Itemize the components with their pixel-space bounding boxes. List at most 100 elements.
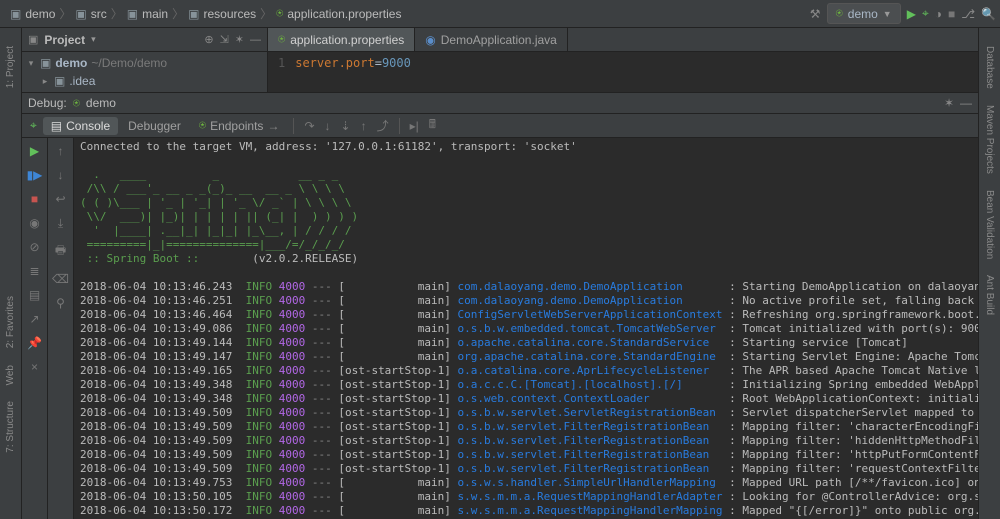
up-icon[interactable]: ↑ bbox=[58, 144, 64, 158]
debug-bar: Debug: ⍟ demo ✶ — bbox=[22, 92, 978, 114]
evaluate-icon[interactable]: 🖩 bbox=[425, 115, 440, 136]
settings-icon[interactable]: ↗ bbox=[29, 312, 39, 326]
drop-frame-icon[interactable]: ⤴ bbox=[373, 117, 393, 134]
tool-bean[interactable]: Bean Validation bbox=[984, 190, 995, 259]
chevron-right-icon[interactable]: ▸ bbox=[40, 76, 50, 87]
spring-icon: ⍟ bbox=[276, 6, 283, 21]
debug-config[interactable]: demo bbox=[86, 96, 116, 110]
tool-structure[interactable]: 7: Structure bbox=[5, 401, 16, 453]
editor-tab-label: DemoApplication.java bbox=[441, 33, 557, 47]
project-pane-title: Project bbox=[44, 33, 85, 47]
editor-content[interactable]: 1 server.port=9000 bbox=[268, 52, 978, 92]
spring-icon: ⍟ bbox=[73, 96, 80, 111]
editor-tab-java[interactable]: ◉ DemoApplication.java bbox=[415, 28, 568, 51]
tool-favorites[interactable]: 2: Favorites bbox=[5, 296, 16, 348]
project-pane: ▣ Project ▾ ⊕ ⇲ ✶ — ▾ ▣ demo ~/Demo/demo bbox=[22, 28, 268, 92]
tool-web[interactable]: Web bbox=[5, 365, 16, 385]
java-icon: ◉ bbox=[425, 33, 435, 47]
chevron-down-icon: ▼ bbox=[883, 9, 892, 19]
hide-icon[interactable]: — bbox=[250, 34, 261, 46]
tree-child[interactable]: .idea bbox=[69, 74, 95, 88]
filter-icon[interactable]: ⚲ bbox=[56, 296, 65, 310]
chevron-down-icon[interactable]: ▾ bbox=[91, 34, 96, 45]
frames-icon[interactable]: ≣ bbox=[29, 264, 39, 278]
debug-side-toolbar: ▶ ▮▶ ■ ◉ ⊘ ≣ ▤ ↗ 📌 × bbox=[22, 138, 48, 519]
tool-database[interactable]: Database bbox=[984, 46, 995, 89]
editor-key: server.port bbox=[295, 56, 374, 70]
console-output[interactable]: Connected to the target VM, address: '12… bbox=[74, 138, 978, 519]
tree-root-name[interactable]: demo bbox=[55, 56, 87, 70]
layout-icon[interactable]: ▤ bbox=[29, 288, 40, 302]
down-icon[interactable]: ↓ bbox=[58, 168, 64, 182]
folder-icon: ▣ bbox=[10, 7, 21, 21]
debug-icon[interactable]: ⌖ bbox=[922, 6, 929, 21]
module-icon: ▣ bbox=[40, 56, 51, 70]
print-icon[interactable]: 🖶 bbox=[55, 241, 66, 262]
tab-console[interactable]: ▤ Console bbox=[43, 117, 118, 135]
target-icon[interactable]: ⊕ bbox=[204, 33, 213, 46]
editor-tab-bar: ⍟ application.properties ◉ DemoApplicati… bbox=[268, 28, 978, 52]
debug-toolbar: ⌖ ▤ Console Debugger ⍟ Endpoints → ↷ ↓ ⇣… bbox=[22, 114, 978, 138]
run-config-select[interactable]: ⍟ demo ▼ bbox=[827, 3, 901, 24]
editor-pane: ⍟ application.properties ◉ DemoApplicati… bbox=[268, 28, 978, 92]
clear-icon[interactable]: ⌫ bbox=[52, 272, 69, 286]
build-icon[interactable]: ⚒ bbox=[810, 7, 821, 21]
folder-icon: ▣ bbox=[54, 74, 65, 88]
breadcrumb[interactable]: ▣ demo 〉 ▣ src 〉 ▣ main 〉 ▣ resources 〉 … bbox=[4, 0, 407, 27]
console-side-toolbar: ↑ ↓ ↩ ⤓ 🖶 ⌫ ⚲ bbox=[48, 138, 74, 519]
hide-icon[interactable]: — bbox=[960, 96, 972, 110]
collapse-icon[interactable]: ⇲ bbox=[220, 33, 229, 46]
step-out-icon[interactable]: ↑ bbox=[357, 119, 371, 133]
folder-icon: ▣ bbox=[75, 7, 86, 21]
crumb-2[interactable]: main bbox=[142, 7, 168, 21]
left-tool-gutter: 1: Project 2: Favorites Web 7: Structure bbox=[0, 28, 22, 519]
run-to-cursor-icon[interactable]: ▸| bbox=[406, 119, 423, 133]
editor-tab-properties[interactable]: ⍟ application.properties bbox=[268, 28, 415, 51]
expand-icon[interactable]: ▣ bbox=[28, 33, 38, 46]
force-step-icon[interactable]: ⇣ bbox=[337, 119, 355, 133]
step-over-icon[interactable]: ↷ bbox=[300, 119, 318, 133]
bug-icon[interactable]: ⌖ bbox=[26, 118, 41, 133]
coverage-icon[interactable]: ◑ bbox=[935, 7, 942, 21]
crumb-0[interactable]: demo bbox=[25, 7, 55, 21]
crumb-3[interactable]: resources bbox=[203, 7, 256, 21]
right-tool-gutter: Database Maven Projects Bean Validation … bbox=[978, 28, 1000, 519]
gear-icon[interactable]: ✶ bbox=[235, 33, 244, 46]
resume-icon[interactable]: ▮▶ bbox=[27, 168, 43, 182]
step-into-icon[interactable]: ↓ bbox=[321, 119, 335, 133]
close-icon[interactable]: × bbox=[31, 360, 38, 374]
breakpoints-icon[interactable]: ◉ bbox=[29, 216, 39, 230]
crumb-1[interactable]: src bbox=[91, 7, 107, 21]
folder-icon: ▣ bbox=[188, 7, 199, 21]
editor-val: 9000 bbox=[382, 56, 411, 70]
gear-icon[interactable]: ✶ bbox=[944, 96, 954, 110]
search-icon[interactable]: 🔍 bbox=[981, 7, 996, 21]
mute-icon[interactable]: ⊘ bbox=[29, 240, 39, 254]
tab-debugger[interactable]: Debugger bbox=[120, 117, 189, 135]
pin-icon[interactable]: 📌 bbox=[27, 336, 42, 350]
spring-icon: ⍟ bbox=[836, 6, 843, 21]
run-icon[interactable]: ▶ bbox=[907, 7, 916, 21]
spring-icon: ⍟ bbox=[278, 32, 285, 47]
line-number: 1 bbox=[278, 56, 285, 70]
crumb-4[interactable]: application.properties bbox=[287, 7, 401, 21]
editor-eq: = bbox=[375, 56, 382, 70]
stop-icon[interactable]: ■ bbox=[948, 7, 955, 21]
debug-label: Debug: bbox=[28, 96, 67, 110]
tool-project[interactable]: 1: Project bbox=[5, 46, 16, 88]
stop-icon[interactable]: ■ bbox=[31, 192, 38, 206]
tool-ant[interactable]: Ant Build bbox=[984, 275, 995, 315]
tree-root-path: ~/Demo/demo bbox=[91, 56, 167, 70]
rerun-icon[interactable]: ▶ bbox=[30, 144, 39, 158]
editor-tab-label: application.properties bbox=[290, 33, 404, 47]
chevron-down-icon[interactable]: ▾ bbox=[26, 58, 36, 69]
tab-endpoints[interactable]: ⍟ Endpoints → bbox=[191, 116, 288, 135]
tool-maven[interactable]: Maven Projects bbox=[984, 105, 995, 174]
chevron-right-icon: → bbox=[267, 119, 279, 133]
spring-icon: ⍟ bbox=[199, 118, 206, 133]
wrap-icon[interactable]: ↩ bbox=[55, 192, 65, 206]
scroll-icon[interactable]: ⤓ bbox=[58, 216, 63, 231]
project-tree[interactable]: ▾ ▣ demo ~/Demo/demo ▸ ▣ .idea bbox=[22, 52, 267, 92]
git-icon[interactable]: ⎇ bbox=[961, 7, 975, 21]
run-config-label: demo bbox=[848, 7, 878, 21]
